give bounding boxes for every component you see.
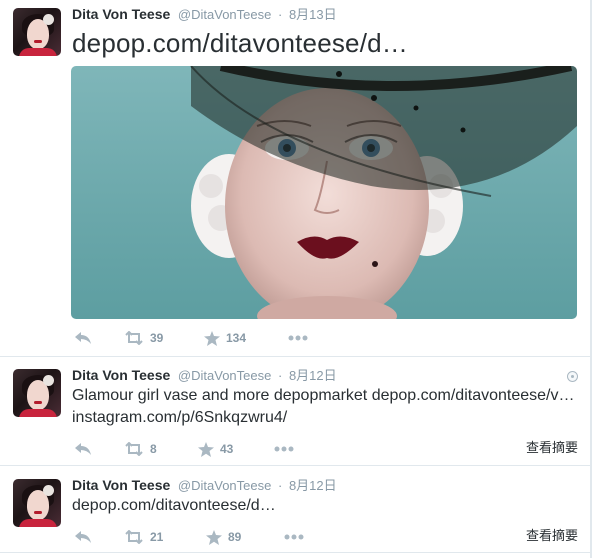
tweet-divider (0, 356, 590, 357)
tweet-divider (0, 465, 590, 466)
favorite-button[interactable]: 134 (204, 328, 246, 348)
username[interactable]: @DitaVonTeese (178, 7, 271, 22)
retweet-icon (125, 530, 143, 544)
reply-icon (75, 531, 91, 543)
tweet-text[interactable]: depop.com/ditavonteese/d… (72, 27, 582, 59)
separator-dot: · (277, 368, 283, 383)
mannequin-photo (190, 66, 577, 319)
favorite-button[interactable]: 89 (206, 527, 241, 547)
reply-button[interactable] (74, 328, 92, 348)
caret-icon[interactable] (567, 371, 578, 382)
favorite-count: 89 (228, 530, 242, 544)
retweet-icon (125, 442, 143, 456)
timestamp[interactable]: 8月12日 (289, 368, 337, 383)
tweet-text-line-2[interactable]: instagram.com/p/6Snkqzwru4/ (72, 407, 578, 429)
retweet-count: 8 (150, 442, 157, 456)
tweet-header: Dita Von Teese @DitaVonTeese · 8月12日 (72, 366, 337, 384)
favorite-button[interactable]: 43 (198, 439, 233, 459)
retweet-button[interactable]: 21 (124, 527, 163, 547)
separator-dot: · (277, 7, 283, 22)
username[interactable]: @DitaVonTeese (178, 478, 271, 493)
favorite-icon (204, 330, 220, 346)
more-button[interactable] (274, 439, 294, 459)
fullname[interactable]: Dita Von Teese (72, 6, 170, 22)
tweet-actions: 39 134 (72, 328, 572, 348)
more-icon (284, 534, 304, 540)
more-icon (288, 335, 308, 341)
tweet-text-line-1[interactable]: Glamour girl vase and more depopmarket d… (72, 385, 578, 407)
fullname[interactable]: Dita Von Teese (72, 477, 170, 493)
retweet-icon (125, 331, 143, 345)
reply-button[interactable] (74, 527, 92, 547)
reply-icon (75, 443, 91, 455)
more-button[interactable] (284, 527, 304, 547)
view-summary-link[interactable]: 查看摘要 (526, 525, 578, 544)
favorite-count: 43 (220, 442, 234, 456)
more-icon (274, 446, 294, 452)
timestamp[interactable]: 8月12日 (289, 478, 337, 493)
tweet-photo[interactable] (71, 66, 577, 319)
favorite-icon (198, 441, 214, 457)
avatar[interactable] (13, 369, 61, 417)
tweet-header: Dita Von Teese @DitaVonTeese · 8月12日 (72, 476, 337, 494)
tweet-actions: 21 89 (72, 527, 512, 547)
fullname[interactable]: Dita Von Teese (72, 367, 170, 383)
tweet-actions: 8 43 (72, 439, 512, 459)
retweet-button[interactable]: 39 (124, 328, 163, 348)
retweet-count: 21 (150, 530, 164, 544)
tweet-divider (0, 552, 590, 553)
tweet-header: Dita Von Teese @DitaVonTeese · 8月13日 (72, 5, 337, 23)
username[interactable]: @DitaVonTeese (178, 368, 271, 383)
avatar[interactable] (13, 479, 61, 527)
retweet-button[interactable]: 8 (124, 439, 157, 459)
favorite-count: 134 (226, 331, 247, 345)
separator-dot: · (277, 478, 283, 493)
view-summary-link[interactable]: 查看摘要 (526, 437, 578, 456)
timestamp[interactable]: 8月13日 (289, 7, 337, 22)
reply-icon (75, 332, 91, 344)
retweet-count: 39 (150, 331, 164, 345)
reply-button[interactable] (74, 439, 92, 459)
more-button[interactable] (288, 328, 308, 348)
favorite-icon (206, 529, 222, 545)
tweet-text[interactable]: depop.com/ditavonteese/d… (72, 495, 492, 517)
avatar[interactable] (13, 8, 61, 56)
